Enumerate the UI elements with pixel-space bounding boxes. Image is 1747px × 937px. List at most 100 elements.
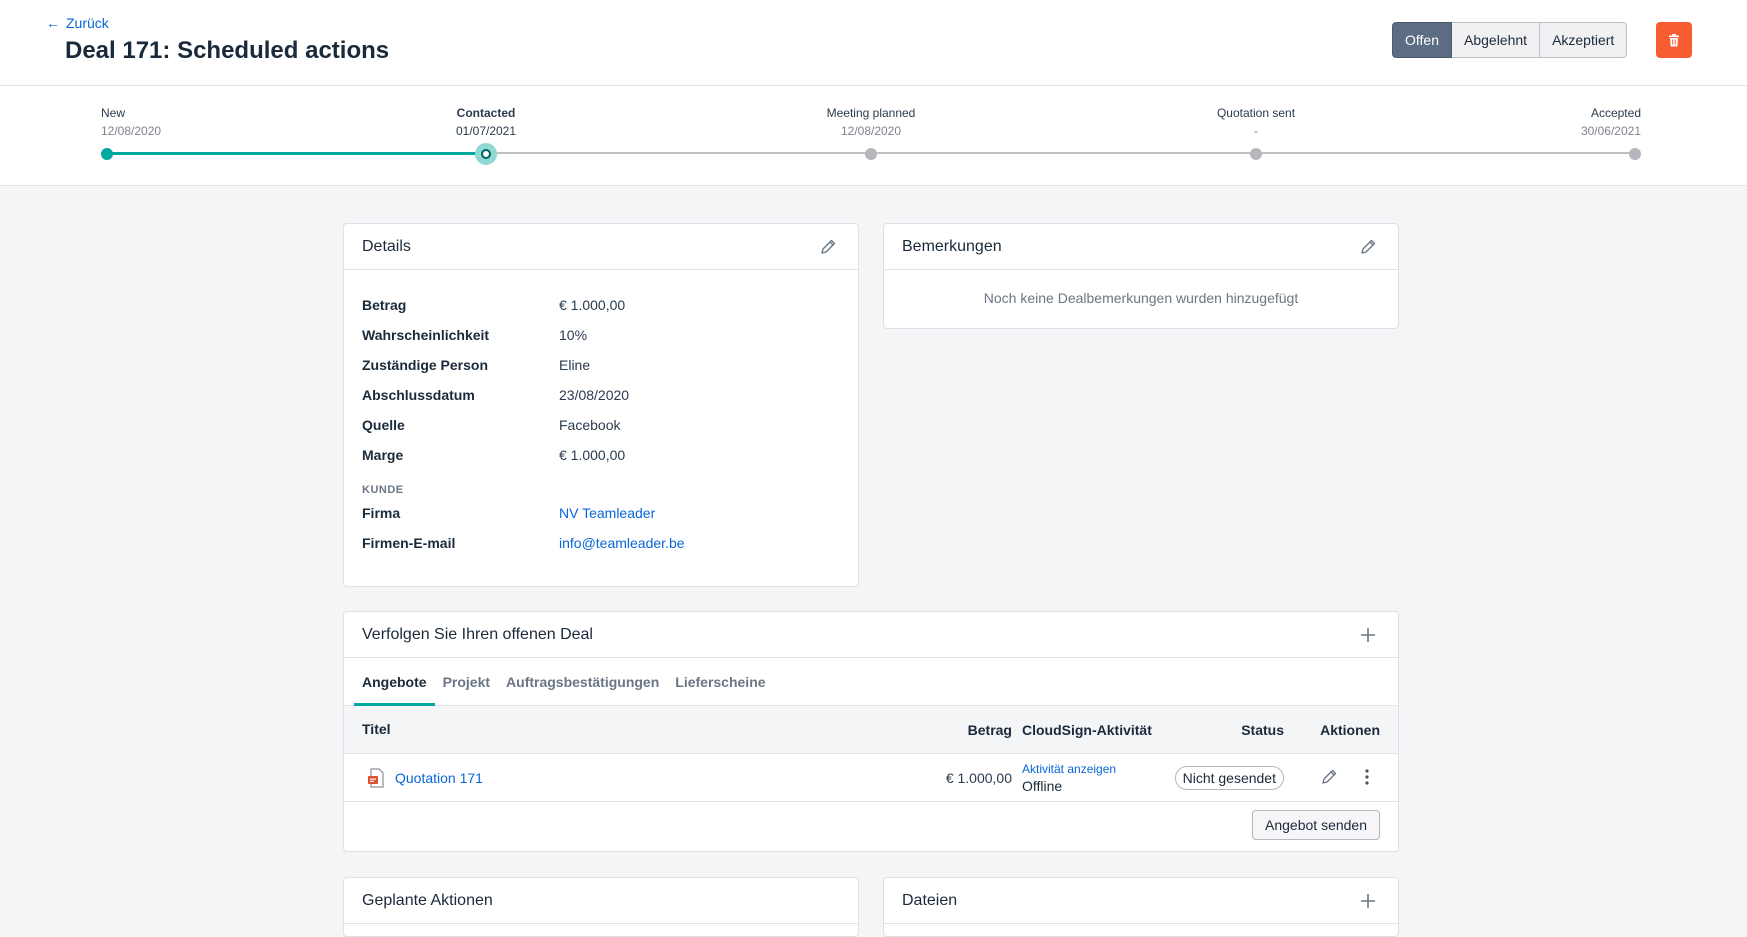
tab-project[interactable]: Projekt <box>435 658 498 705</box>
status-badge: Nicht gesendet <box>1174 766 1284 790</box>
stage-date: 12/08/2020 <box>101 124 162 138</box>
detail-row-margin: Marge € 1.000,00 <box>362 440 840 470</box>
stage-dot-new[interactable] <box>101 148 113 160</box>
quotations-table-header: Titel Betrag CloudSign-Aktivität Status … <box>344 706 1398 754</box>
back-link[interactable]: ← Zurück <box>46 15 109 31</box>
more-options-button[interactable] <box>1364 768 1370 789</box>
detail-label: Firmen-E-mail <box>362 535 456 551</box>
arrow-left-icon: ← <box>46 15 60 31</box>
detail-label: Betrag <box>362 297 407 313</box>
tab-quotations[interactable]: Angebote <box>354 658 435 706</box>
details-title: Details <box>362 237 411 255</box>
tab-delivery-notes[interactable]: Lieferscheine <box>667 658 773 705</box>
planned-actions-card: Geplante Aktionen <box>343 877 859 937</box>
tab-order-confirmations[interactable]: Auftragsbestätigungen <box>498 658 667 705</box>
add-document-button[interactable] <box>1356 623 1380 647</box>
company-email-link[interactable]: info@teamleader.be <box>559 535 685 551</box>
cloudsign-cell: Aktivität anzeigen Offline <box>1022 762 1116 794</box>
send-quotation-button[interactable]: Angebot senden <box>1252 810 1380 840</box>
follow-deal-header: Verfolgen Sie Ihren offenen Deal <box>344 612 1398 658</box>
detail-label: Marge <box>362 447 404 463</box>
detail-row-source: Quelle Facebook <box>362 410 840 440</box>
customer-section-label: KUNDE <box>362 484 404 496</box>
stage-dot-quotation[interactable] <box>1250 148 1262 160</box>
edit-quotation-button[interactable] <box>1320 768 1338 789</box>
show-activity-link[interactable]: Aktivität anzeigen <box>1022 762 1116 776</box>
status-open-button[interactable]: Offen <box>1392 22 1452 58</box>
company-link[interactable]: NV Teamleader <box>559 505 655 521</box>
detail-row-amount: Betrag € 1.000,00 <box>362 290 840 320</box>
stage-name: Quotation sent <box>1216 106 1296 120</box>
col-actions: Aktionen <box>1320 722 1380 738</box>
files-title: Dateien <box>902 891 958 909</box>
cloudsign-state: Offline <box>1022 778 1063 794</box>
quotation-link[interactable]: Quotation 171 <box>395 770 483 786</box>
stage-date: 12/08/2020 <box>840 124 902 138</box>
plus-icon <box>1361 893 1375 908</box>
detail-value: 23/08/2020 <box>559 387 630 403</box>
col-amount: Betrag <box>967 722 1012 738</box>
stage-date: - <box>1254 124 1258 138</box>
detail-value: € 1.000,00 <box>559 447 626 463</box>
detail-value: Facebook <box>559 417 621 433</box>
stage-dot-meeting[interactable] <box>865 148 877 160</box>
table-row: Quotation 171 € 1.000,00 Aktivität anzei… <box>344 754 1398 802</box>
pencil-icon <box>1361 239 1376 254</box>
detail-label: Abschlussdatum <box>362 387 475 403</box>
pencil-icon <box>1322 769 1337 784</box>
pencil-icon <box>821 239 836 254</box>
detail-row-company: Firma NV Teamleader <box>362 498 840 528</box>
files-header: Dateien <box>884 878 1398 924</box>
detail-row-probability: Wahrscheinlichkeit 10% <box>362 320 840 350</box>
files-card: Dateien <box>883 877 1399 937</box>
table-footer: Angebot senden <box>344 802 1398 848</box>
edit-remarks-button[interactable] <box>1356 235 1380 259</box>
pipeline-progress <box>107 152 486 155</box>
stage-date: 01/07/2021 <box>455 124 517 138</box>
col-cloudsign: CloudSign-Aktivität <box>1022 722 1152 738</box>
stage-name: Contacted <box>456 106 516 120</box>
edit-details-button[interactable] <box>816 235 840 259</box>
page-title: Deal 171: Scheduled actions <box>65 37 390 64</box>
kebab-icon <box>1365 769 1369 785</box>
deal-pipeline: New 12/08/2020 Contacted 01/07/2021 Meet… <box>0 86 1747 186</box>
page-header: ← Zurück Deal 171: Scheduled actions Off… <box>0 0 1747 86</box>
detail-label: Zuständige Person <box>362 357 489 373</box>
stage-name: New <box>101 106 126 120</box>
delete-button[interactable] <box>1656 22 1692 58</box>
stage-accepted[interactable]: Accepted 30/06/2021 <box>1541 106 1641 138</box>
stage-name: Accepted <box>1590 106 1641 120</box>
add-file-button[interactable] <box>1356 889 1380 913</box>
deal-status-switch: Offen Abgelehnt Akzeptiert <box>1392 22 1628 58</box>
stage-dot-contacted[interactable] <box>475 143 497 165</box>
stage-dot-accepted[interactable] <box>1629 148 1641 160</box>
stage-meeting-planned[interactable]: Meeting planned 12/08/2020 <box>801 106 941 138</box>
detail-label: Quelle <box>362 417 405 433</box>
pipeline-track <box>486 152 1635 154</box>
remarks-card: Bemerkungen Noch keine Dealbemerkungen w… <box>883 223 1399 329</box>
stage-contacted[interactable]: Contacted 01/07/2021 <box>436 106 536 138</box>
detail-row-responsible: Zuständige Person Eline <box>362 350 840 380</box>
follow-deal-card: Verfolgen Sie Ihren offenen Deal Angebot… <box>343 611 1399 852</box>
stage-date: 30/06/2021 <box>1580 124 1641 138</box>
stage-quotation-sent[interactable]: Quotation sent - <box>1186 106 1326 138</box>
planned-actions-title: Geplante Aktionen <box>362 891 493 909</box>
details-card: Details Betrag € 1.000,00 Wahrscheinlichk… <box>343 223 859 587</box>
detail-value: € 1.000,00 <box>559 297 626 313</box>
detail-value: 10% <box>559 327 588 343</box>
detail-value: Eline <box>559 357 591 373</box>
details-header: Details <box>344 224 858 270</box>
remarks-title: Bemerkungen <box>902 237 1002 255</box>
remarks-header: Bemerkungen <box>884 224 1398 270</box>
back-label: Zurück <box>66 15 109 31</box>
detail-label: Firma <box>362 505 401 521</box>
remarks-empty-text: Noch keine Dealbemerkungen wurden hinzug… <box>983 290 1299 306</box>
detail-row-close-date: Abschlussdatum 23/08/2020 <box>362 380 840 410</box>
status-rejected-button[interactable]: Abgelehnt <box>1452 22 1541 58</box>
quotation-amount: € 1.000,00 <box>945 770 1012 786</box>
stage-name: Meeting planned <box>826 106 916 120</box>
stage-new[interactable]: New 12/08/2020 <box>101 106 161 138</box>
status-accepted-button[interactable]: Akzeptiert <box>1540 22 1628 58</box>
col-title: Titel <box>362 721 391 737</box>
quotation-file-icon <box>366 768 386 791</box>
